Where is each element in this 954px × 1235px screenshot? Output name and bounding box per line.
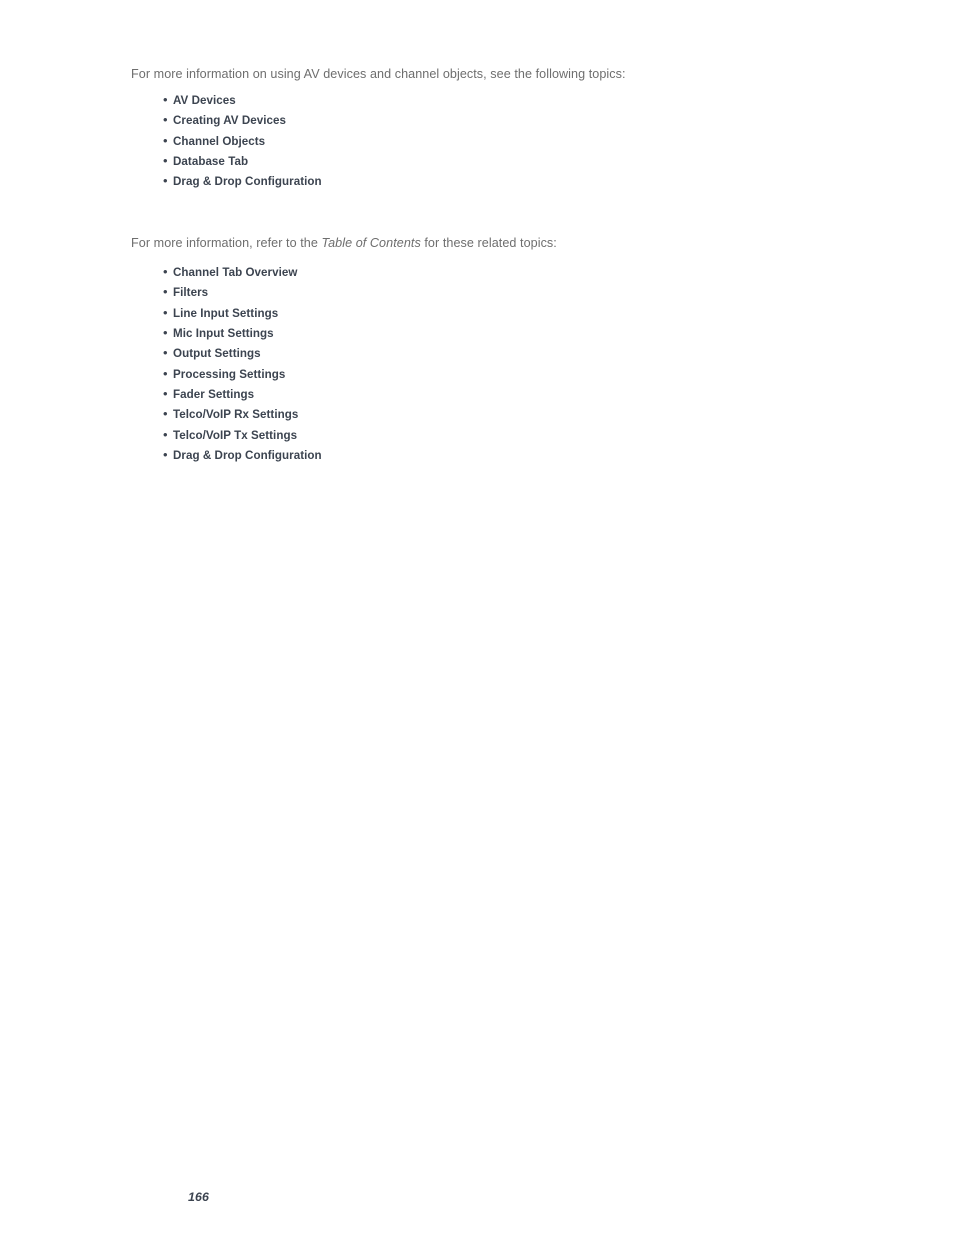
list-item[interactable]: • Output Settings [163, 343, 322, 363]
bullet-icon: • [163, 345, 168, 361]
topic-link-label[interactable]: Drag & Drop Configuration [173, 172, 322, 192]
bullet-icon: • [163, 153, 168, 169]
bullet-icon: • [163, 447, 168, 463]
intro-paragraph-related-topics: For more information, refer to the Table… [131, 235, 557, 252]
topic-link-label[interactable]: Channel Objects [173, 132, 265, 152]
topic-link-label[interactable]: Channel Tab Overview [173, 263, 297, 283]
topic-link-label[interactable]: Telco/VoIP Rx Settings [173, 405, 298, 425]
bullet-icon: • [163, 284, 168, 300]
list-item[interactable]: • Filters [163, 282, 322, 302]
intro-paragraph-av-devices: For more information on using AV devices… [131, 66, 626, 83]
list-item[interactable]: • Drag & Drop Configuration [163, 445, 322, 465]
intro-text-emphasis: Table of Contents [321, 235, 421, 250]
intro-text-trail: for these related topics: [420, 235, 557, 250]
topic-link-label[interactable]: Line Input Settings [173, 304, 278, 324]
bullet-icon: • [163, 406, 168, 422]
bullet-icon: • [163, 386, 168, 402]
topic-list-related-topics: • Channel Tab Overview • Filters • Line … [163, 262, 322, 465]
topic-link-label[interactable]: Output Settings [173, 344, 261, 364]
list-item[interactable]: • Creating AV Devices [163, 110, 322, 130]
topic-link-label[interactable]: Mic Input Settings [173, 324, 274, 344]
list-item[interactable]: • Telco/VoIP Tx Settings [163, 425, 322, 445]
list-item[interactable]: • AV Devices [163, 90, 322, 110]
bullet-icon: • [163, 304, 168, 320]
bullet-icon: • [163, 426, 168, 442]
list-item[interactable]: • Processing Settings [163, 364, 322, 384]
bullet-icon: • [163, 132, 168, 148]
list-item[interactable]: • Database Tab [163, 151, 322, 171]
intro-text-lead: For more information on using AV devices… [131, 66, 626, 81]
intro-text-lead: For more information, refer to the [131, 235, 322, 250]
document-page: For more information on using AV devices… [0, 0, 954, 1235]
topic-link-label[interactable]: Database Tab [173, 152, 248, 172]
list-item[interactable]: • Mic Input Settings [163, 323, 322, 343]
list-item[interactable]: • Drag & Drop Configuration [163, 171, 322, 191]
topic-link-label[interactable]: AV Devices [173, 91, 236, 111]
topic-link-label[interactable]: Filters [173, 283, 208, 303]
bullet-icon: • [163, 264, 168, 279]
list-item[interactable]: • Channel Objects [163, 131, 322, 151]
topic-link-label[interactable]: Fader Settings [173, 385, 254, 405]
bullet-icon: • [163, 365, 168, 381]
bullet-icon: • [163, 112, 168, 128]
topic-link-label[interactable]: Telco/VoIP Tx Settings [173, 426, 297, 446]
topic-link-label[interactable]: Creating AV Devices [173, 111, 286, 131]
topic-link-label[interactable]: Processing Settings [173, 365, 285, 385]
list-item[interactable]: • Channel Tab Overview [163, 262, 322, 282]
topic-list-av-devices: • AV Devices • Creating AV Devices • Cha… [163, 90, 322, 192]
bullet-icon: • [163, 92, 168, 107]
bullet-icon: • [163, 325, 168, 341]
bullet-icon: • [163, 173, 168, 189]
list-item[interactable]: • Fader Settings [163, 384, 322, 404]
page-number: 166 [188, 1190, 210, 1204]
list-item[interactable]: • Telco/VoIP Rx Settings [163, 404, 322, 424]
list-item[interactable]: • Line Input Settings [163, 303, 322, 323]
topic-link-label[interactable]: Drag & Drop Configuration [173, 446, 322, 466]
